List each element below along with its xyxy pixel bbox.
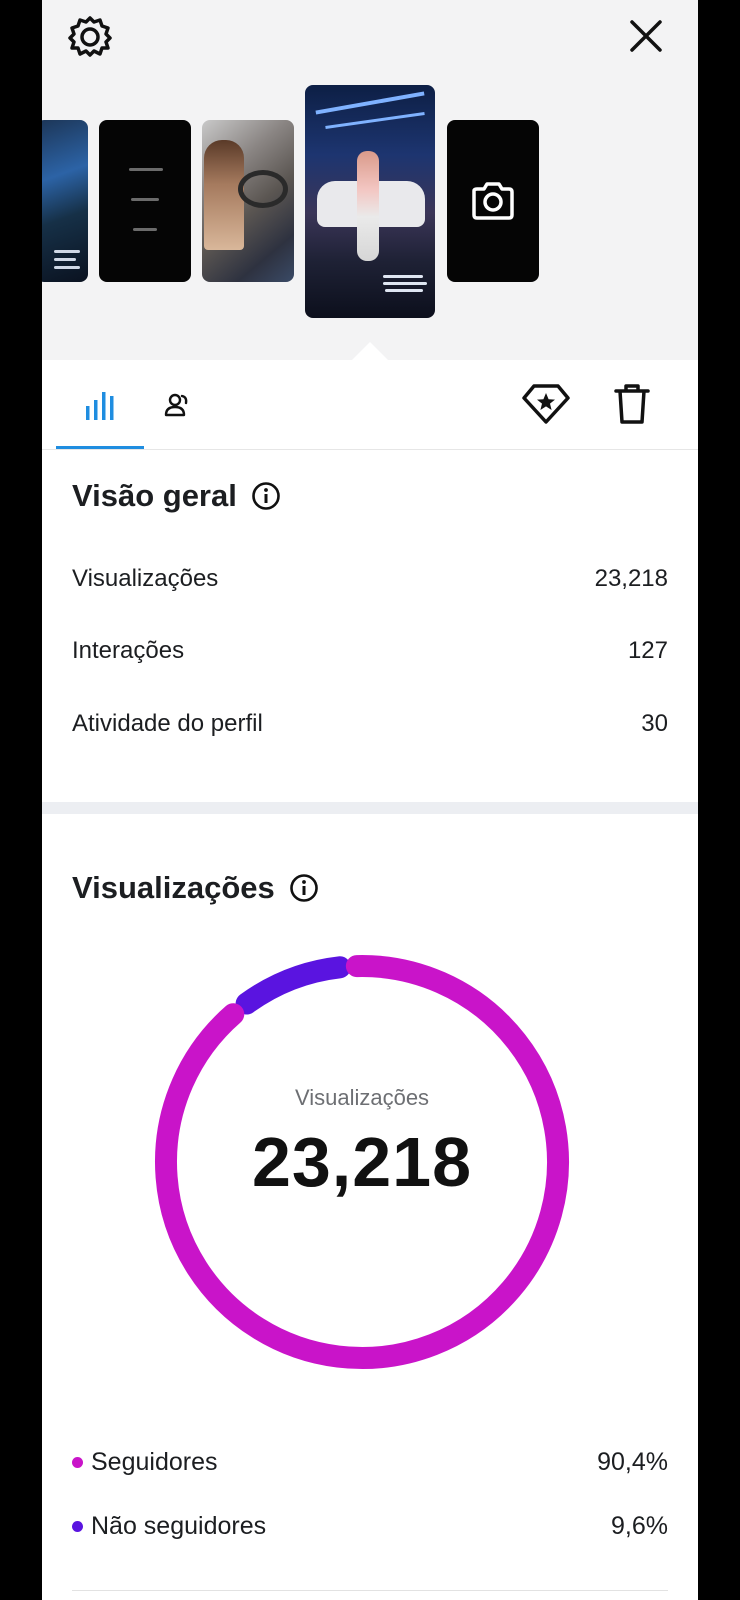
info-icon[interactable]	[251, 481, 281, 511]
info-icon[interactable]	[289, 873, 319, 903]
donut-center-value: 23,218	[251, 1123, 473, 1201]
story-thumbnail[interactable]	[99, 120, 191, 282]
metric-value: 23,218	[594, 565, 668, 592]
selection-pointer	[350, 342, 390, 362]
people-icon	[164, 393, 188, 417]
metric-label: Visualizações	[72, 565, 219, 592]
tab-audience[interactable]	[148, 362, 208, 450]
story-thumbnail-selected[interactable]	[305, 85, 435, 318]
views-title-text: Visualizações	[72, 870, 275, 905]
legend-row-followers: Seguidores 90,4%	[72, 1448, 668, 1477]
legend-value: 9,6%	[611, 1512, 668, 1540]
metric-row-interactions[interactable]: Interações 127	[72, 637, 668, 665]
metric-label: Atividade do perfil	[72, 710, 263, 737]
bar-chart-icon	[86, 392, 114, 420]
badge-star-icon[interactable]	[518, 376, 574, 432]
insights-tab-bar	[42, 362, 698, 450]
trash-icon[interactable]	[604, 376, 660, 432]
gear-icon[interactable]	[66, 12, 114, 60]
legend-dot-non-followers	[72, 1521, 83, 1532]
story-strip	[42, 0, 698, 360]
overview-section-title: Visão geral	[72, 478, 281, 514]
story-insights-panel: Visão geral Visualizações 23,218 Interaç…	[42, 0, 698, 1600]
active-tab-indicator	[56, 446, 144, 449]
legend-label: Seguidores	[91, 1448, 218, 1476]
close-icon[interactable]	[622, 12, 670, 60]
story-thumbnail[interactable]	[202, 120, 294, 282]
metric-label: Interações	[72, 637, 185, 664]
views-section-title: Visualizações	[72, 870, 319, 906]
section-divider	[42, 802, 698, 814]
metric-row-profile-activity[interactable]: Atividade do perfil 30	[72, 710, 668, 738]
section-divider	[72, 1590, 668, 1591]
legend-dot-followers	[72, 1457, 83, 1468]
legend-label: Não seguidores	[91, 1512, 267, 1540]
legend-value: 90,4%	[597, 1448, 668, 1476]
metric-value: 30	[641, 710, 668, 737]
metric-value: 127	[627, 637, 668, 664]
camera-icon[interactable]	[447, 120, 539, 282]
tab-insights[interactable]	[56, 362, 144, 450]
story-thumbnail[interactable]	[42, 120, 88, 282]
donut-center-label: Visualizações	[294, 1085, 430, 1110]
donut-segment-non-followers	[235, 956, 351, 1015]
legend-row-non-followers: Não seguidores 9,6%	[72, 1512, 668, 1541]
metric-row-views[interactable]: Visualizações 23,218	[72, 565, 668, 593]
overview-title-text: Visão geral	[72, 478, 237, 513]
